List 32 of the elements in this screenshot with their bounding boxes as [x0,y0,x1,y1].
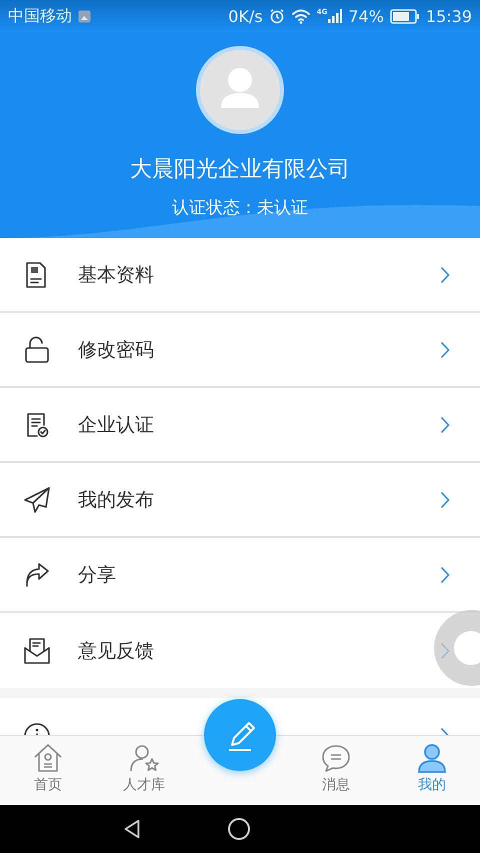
battery-percent: 74% [348,6,384,26]
home-icon[interactable] [227,817,251,841]
paper-plane-icon [22,484,52,514]
chevron-icon [440,340,450,358]
chevron-icon [440,566,450,584]
menu-item[interactable]: 修改密码 [0,313,480,388]
chat-bubble-icon [320,742,352,774]
network-speed: 0K/s [228,6,263,26]
verification-status: 认证状态：未认证 [172,197,308,219]
battery-icon [390,8,420,24]
carrier-name: 中国移动 [8,6,72,26]
clock: 15:39 [426,6,472,26]
nav-tab[interactable]: 首页 [0,736,96,805]
wifi-icon [290,8,311,24]
house-icon [32,742,64,774]
person-star-icon [128,742,160,774]
nav-tab[interactable]: 人才库 [96,736,192,805]
menu-item[interactable]: 企业认证 [0,388,480,463]
menu-item[interactable]: 我的发布 [0,463,480,538]
chevron-icon [440,490,450,508]
chevron-icon [440,266,450,284]
menu-item[interactable]: 基本资料 [0,238,480,313]
mail-icon [22,636,52,666]
person-icon [416,742,448,774]
chevron-icon [440,416,450,434]
company-name: 大晨阳光企业有限公司 [130,156,350,184]
image-icon [78,10,91,22]
nav-tab[interactable]: 消息 [288,736,384,805]
signal-icon [328,9,342,23]
alarm-icon [268,8,285,24]
menu-item[interactable]: 分享 [0,538,480,613]
lock-icon [22,334,52,364]
